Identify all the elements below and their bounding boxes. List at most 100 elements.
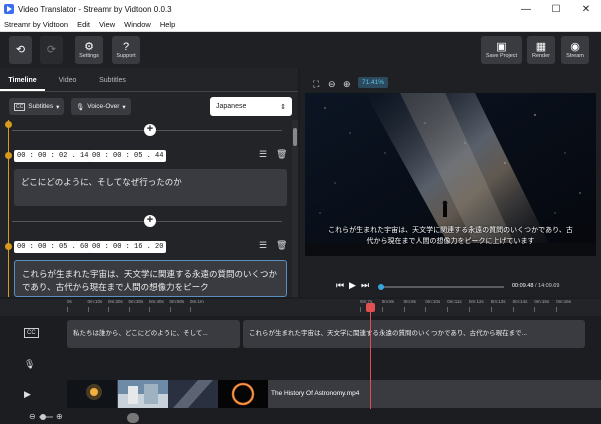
cue-start-input[interactable]: 00 : 00 : 02 . 14 (14, 150, 92, 162)
cue-text[interactable]: どこにどのように、そしてなぜ行ったのか (14, 169, 287, 206)
save-project-button[interactable]: ▣ Save Project (481, 36, 522, 64)
timeline-zoom-knob[interactable] (40, 414, 46, 420)
sliders-icon[interactable]: ☰ (259, 240, 267, 251)
insert-row: + (12, 124, 282, 136)
ruler-tick: 0s (67, 299, 72, 312)
progress-bar[interactable] (378, 284, 504, 290)
current-time: 00:09.48 (512, 283, 534, 289)
total-time: 14:09.69 (538, 283, 560, 289)
play-icon[interactable]: ▶ (349, 280, 356, 291)
menu-help[interactable]: Help (160, 20, 175, 29)
voiceover-dropdown[interactable]: 🎙 Voice-Over ▾ (71, 98, 131, 115)
language-select[interactable]: Japanese ⇕ (210, 97, 292, 116)
minimize-button[interactable]: — (511, 4, 541, 15)
settings-button[interactable]: ⚙ Settings (75, 36, 103, 64)
render-button[interactable]: ▦ Render (527, 36, 555, 64)
app-window: Video Translator - Streamr by Vidtoon 0.… (0, 0, 601, 424)
app-icon (4, 4, 14, 14)
maximize-button[interactable]: ☐ (541, 4, 571, 15)
film-icon: ▦ (535, 40, 547, 53)
cue-scrollbar[interactable] (292, 120, 298, 297)
scroll-thumb[interactable] (293, 128, 297, 146)
support-label: Support (116, 52, 136, 59)
cue-text[interactable]: これらが生まれた宇宙は、天文学に関連する永遠の質問のいくつかであり、古代から現在… (14, 260, 287, 297)
timeline-zoom-in-icon[interactable]: ⊕ (56, 412, 63, 421)
video-preview[interactable]: これらが生まれた宇宙は、天文学に関連する永遠の質問のいくつかであり、古 代から現… (305, 93, 596, 256)
microphone-track-icon: 🎙 (24, 359, 36, 369)
ruler-tick: 0m:14s (512, 299, 528, 312)
ruler-tick: 0m:50s (169, 299, 185, 312)
support-button[interactable]: ? Support (112, 36, 140, 64)
time-readout: 00:09.48 / 14:09.69 (512, 283, 560, 289)
microphone-icon: 🎙 (76, 103, 85, 111)
cue-end-input[interactable]: 00 : 00 : 16 . 20 (89, 241, 167, 253)
broadcast-icon: ◉ (570, 40, 580, 53)
redo-icon: ⟳ (46, 43, 57, 56)
ruler-tick: 0m:13s (490, 299, 506, 312)
progress-knob[interactable] (378, 284, 385, 290)
subtitle-clip[interactable]: 私たちは誰から、どこにどのように、そして... (67, 320, 240, 348)
gear-icon: ⚙ (84, 40, 94, 53)
stream-button[interactable]: ◉ Stream (561, 36, 589, 64)
zoom-out-icon[interactable]: ⊖ (328, 79, 336, 90)
time-ruler[interactable]: 0s 0m:10s 0m:20s 0m:30s 0m:40s 0m:50s 0m:1m 0m:… (0, 299, 601, 316)
skip-back-icon[interactable]: ⏮ (336, 280, 344, 291)
insert-row: + (12, 215, 282, 227)
ruler-tick: 0m:8s (381, 299, 395, 312)
playhead[interactable] (370, 305, 371, 409)
trash-icon[interactable]: 🗑 (276, 149, 287, 160)
cc-icon: CC (14, 102, 26, 111)
cue-end-input[interactable]: 00 : 00 : 05 . 44 (89, 150, 167, 162)
bottom-bar: ⊖ ⊕ (0, 410, 601, 424)
save-project-label: Save Project (485, 52, 518, 59)
video-clip-title: The History Of Astronomy.mp4 (271, 390, 360, 397)
voiceover-label: Voice-Over (87, 103, 120, 110)
transport-bar: ⏮ ▶ ⏭ 00:09.48 / 14:09.69 (300, 278, 601, 296)
ruler-tick: 0m:20s (108, 299, 123, 312)
subtitles-dropdown[interactable]: CC Subtitles ▾ (9, 98, 65, 115)
fit-icon[interactable]: ⛶ (313, 79, 319, 90)
window-title: Video Translator - Streamr by Vidtoon 0.… (18, 4, 172, 14)
menu-app[interactable]: Streamr by Vidtoon (4, 20, 68, 29)
sliders-icon[interactable]: ☰ (259, 149, 267, 160)
video-thumbnail (168, 380, 218, 408)
close-button[interactable]: ✕ (571, 4, 601, 15)
subtitle-clip[interactable]: これらが生まれた宇宙は、天文学に関連する永遠の質問のいくつかであり、古代から現在… (243, 320, 585, 348)
ruler-tick: 0m:40s (149, 299, 164, 312)
zoom-level: 71.41% (358, 77, 388, 88)
timeline-zoom-out-icon[interactable]: ⊖ (29, 412, 36, 421)
settings-label: Settings (79, 52, 99, 59)
zoom-in-icon[interactable]: ⊕ (343, 79, 351, 90)
timeline-marker (5, 152, 12, 159)
camera-track-icon: ▶ (24, 389, 31, 399)
tab-video[interactable]: Video (45, 77, 90, 91)
menu-edit[interactable]: Edit (77, 20, 90, 29)
redo-button[interactable]: ⟳ (40, 36, 63, 64)
cc-track-icon: CC (24, 328, 39, 338)
cue-start-input[interactable]: 00 : 00 : 05 . 60 (14, 241, 92, 253)
trash-icon[interactable]: 🗑 (276, 240, 287, 251)
timeline-scroll-thumb[interactable] (127, 413, 139, 423)
tab-subtitles[interactable]: Subtitles (90, 77, 135, 91)
ruler-tick: 0m:30s (128, 299, 144, 312)
subtitles-label: Subtitles (28, 103, 54, 110)
add-cue-icon[interactable]: + (144, 215, 156, 227)
tab-timeline[interactable]: Timeline (0, 77, 45, 91)
range-dash: - (82, 242, 85, 249)
menu-window[interactable]: Window (124, 20, 151, 29)
ruler-tick: 0m:9s (403, 299, 416, 312)
left-panel: Timeline Video Subtitles CC Subtitles ▾ 🎙 V… (0, 68, 298, 297)
left-tabs: Timeline Video Subtitles (0, 68, 298, 92)
ruler-tick: 0m:12s (469, 299, 484, 312)
ruler-tick: 0m:15s (534, 299, 550, 312)
video-thumbnail (67, 380, 117, 408)
skip-forward-icon[interactable]: ⏭ (361, 280, 369, 291)
undo-button[interactable]: ⟲ (9, 36, 32, 64)
timeline-marker (5, 121, 12, 128)
menu-view[interactable]: View (99, 20, 115, 29)
title-bar: Video Translator - Streamr by Vidtoon 0.… (0, 0, 601, 18)
add-cue-icon[interactable]: + (144, 124, 156, 136)
help-icon: ? (122, 40, 130, 53)
ruler-tick: 0m:11s (447, 299, 462, 312)
timeline-marker (5, 243, 12, 250)
